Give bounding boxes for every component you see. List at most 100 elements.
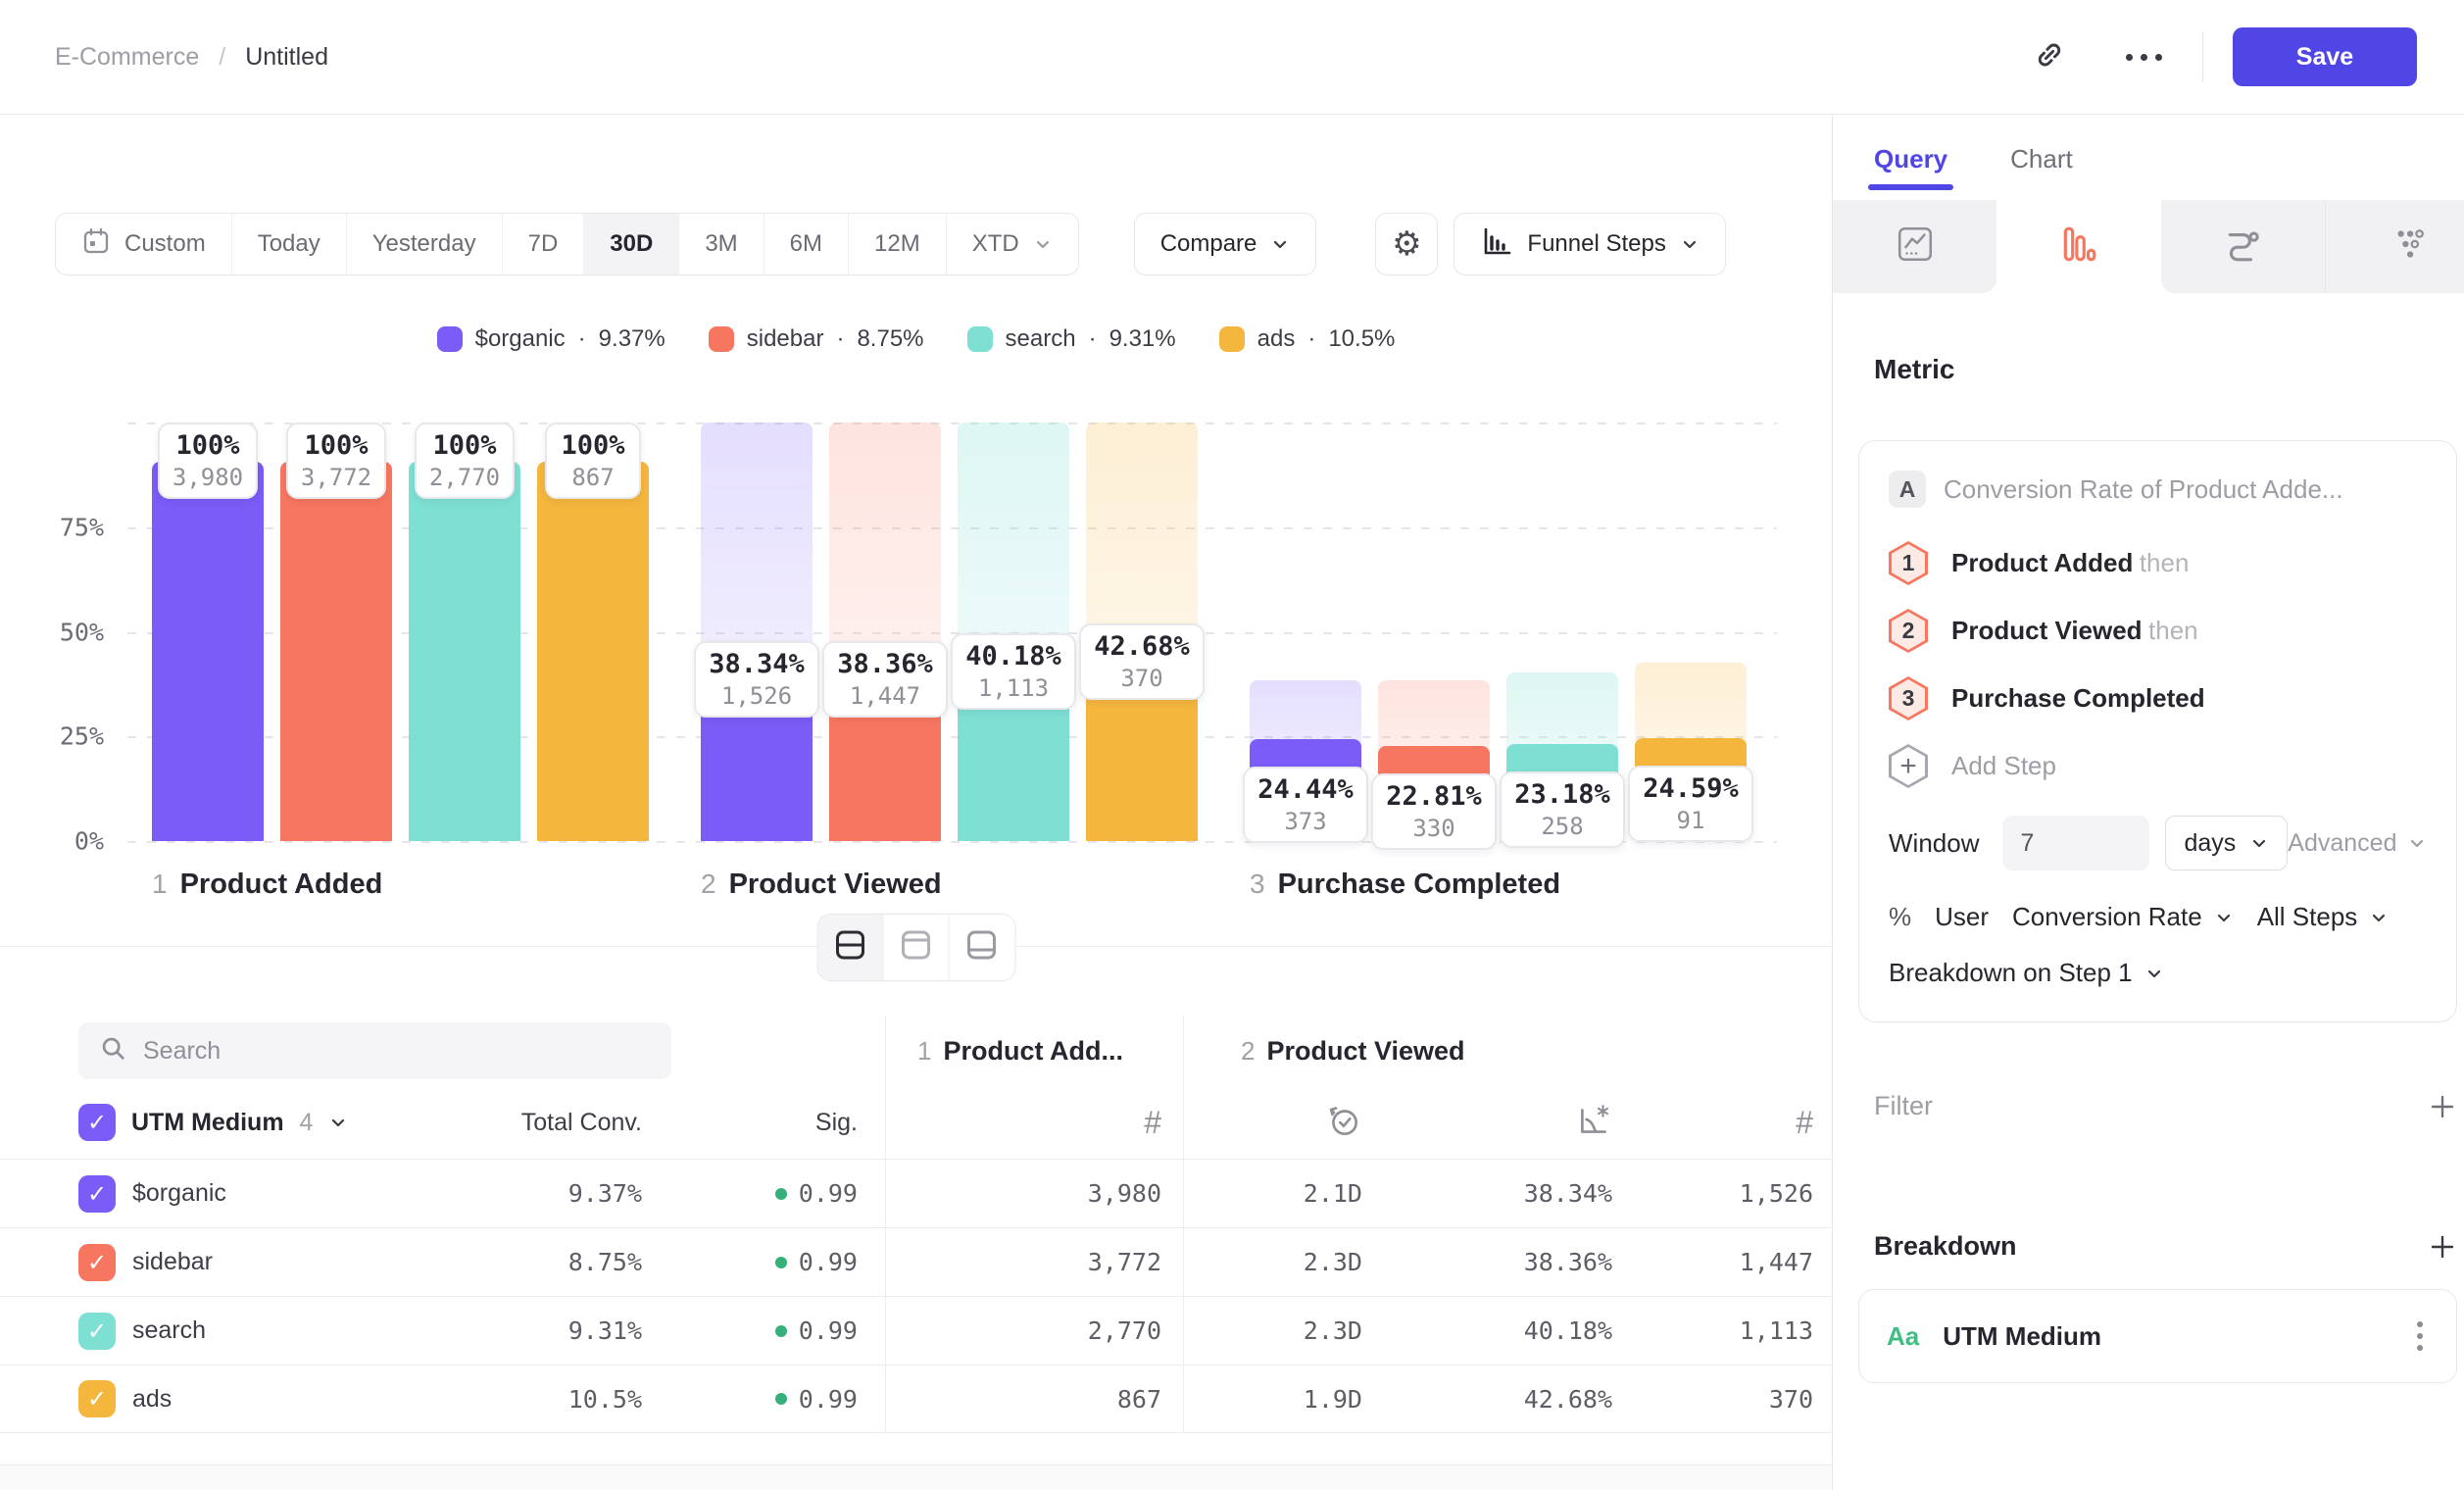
funnel-step-row-1[interactable]: 1 Product Added then <box>1889 541 2427 585</box>
tab-chart[interactable]: Chart <box>2010 144 2073 190</box>
table-row[interactable]: ✓ $organic 9.37% 0.99 3,980 2.1D 38.34% … <box>0 1159 1832 1227</box>
funnel-bar[interactable] <box>152 462 264 841</box>
metric-summary-row[interactable]: A Conversion Rate of Product Adde... <box>1889 471 2427 508</box>
range-custom[interactable]: Custom <box>56 214 232 274</box>
breadcrumb: E-Commerce / Untitled <box>55 43 328 72</box>
legend-item[interactable]: sidebar·8.75% <box>709 325 924 353</box>
range-xtd[interactable]: XTD <box>947 214 1078 274</box>
check-icon: ✓ <box>87 1180 107 1208</box>
advanced-toggle[interactable]: Advanced <box>2288 829 2426 858</box>
breadcrumb-separator: / <box>219 43 225 72</box>
range-yesterday[interactable]: Yesterday <box>347 214 503 274</box>
funnel-step-row-2[interactable]: 2 Product Viewed then <box>1889 609 2427 653</box>
table-row[interactable]: ✓ sidebar 8.75% 0.99 3,772 2.3D 38.36% 1… <box>0 1227 1832 1296</box>
measurement-row: % User Conversion Rate All Steps <box>1889 902 2427 932</box>
gear-icon: ⚙ <box>1392 224 1421 264</box>
bottom-panel-view-icon <box>965 929 999 966</box>
chevron-down-icon[interactable] <box>328 1113 348 1132</box>
share-link-button[interactable] <box>2024 31 2075 82</box>
report-type-funnels[interactable] <box>1996 200 2160 293</box>
measure-metric-dropdown[interactable]: Conversion Rate <box>2012 902 2234 932</box>
total-conv-value: 9.31% <box>510 1297 642 1365</box>
flows-icon <box>2223 224 2262 269</box>
measure-scope-dropdown[interactable]: All Steps <box>2257 902 2390 932</box>
kebab-menu-icon[interactable] <box>2411 1316 2429 1357</box>
funnel-bar[interactable] <box>537 462 649 841</box>
row-label: search <box>132 1316 206 1345</box>
range-6m[interactable]: 6M <box>764 214 849 274</box>
date-range-picker: Custom Today Yesterday 7D 30D 3M 6M 12M … <box>55 213 1079 275</box>
filter-section-header: Filter <box>1874 1091 2457 1121</box>
breakdown-on-step-dropdown[interactable]: Breakdown on Step 1 <box>1889 958 2164 988</box>
tab-query[interactable]: Query <box>1874 144 1947 190</box>
layout-split-button[interactable] <box>817 915 883 980</box>
chart-settings-button[interactable]: ⚙ <box>1375 213 1438 275</box>
y-tick: 0% <box>74 827 104 856</box>
sig-header[interactable]: Sig. <box>642 1086 858 1159</box>
split-view-icon <box>833 929 866 966</box>
legend-item[interactable]: ads·10.5% <box>1219 325 1396 353</box>
report-type-insights[interactable] <box>1833 200 1996 293</box>
layout-table-only-button[interactable] <box>949 915 1014 980</box>
legend-item[interactable]: $organic·9.37% <box>437 325 665 353</box>
bar-cell: 24.59% 91 <box>1635 422 1747 841</box>
add-step-button[interactable]: + Add Step <box>1889 744 2427 788</box>
row-checkbox[interactable]: ✓ <box>78 1380 116 1417</box>
row-checkbox[interactable]: ✓ <box>78 1313 116 1350</box>
funnel-bar[interactable] <box>280 462 392 841</box>
step2-rate-column[interactable] <box>1362 1086 1612 1159</box>
layout-chart-only-button[interactable] <box>883 915 949 980</box>
table-search[interactable] <box>78 1022 671 1079</box>
window-unit-select[interactable]: days <box>2165 816 2288 870</box>
breakdown-property-card[interactable]: Aa UTM Medium <box>1858 1289 2457 1383</box>
range-30d[interactable]: 30D <box>584 214 679 274</box>
report-controls: Custom Today Yesterday 7D 30D 3M 6M 12M … <box>55 213 1777 275</box>
range-today[interactable]: Today <box>232 214 347 274</box>
table-row[interactable]: ✓ ads 10.5% 0.99 867 1.9D 42.68% 370 <box>0 1365 1832 1433</box>
chart-type-button[interactable]: Funnel Steps <box>1454 213 1725 275</box>
range-3m[interactable]: 3M <box>679 214 764 274</box>
link-icon <box>2033 38 2066 76</box>
report-type-retention[interactable] <box>2326 200 2464 293</box>
row-checkbox[interactable]: ✓ <box>78 1175 116 1213</box>
step2-time-column[interactable] <box>1183 1086 1362 1159</box>
legend-item[interactable]: search·9.31% <box>967 325 1176 353</box>
chevron-down-icon <box>1680 234 1700 254</box>
percent-icon: % <box>1889 902 1911 932</box>
chevron-down-icon <box>2407 833 2427 853</box>
save-button[interactable]: Save <box>2233 27 2417 86</box>
range-12m[interactable]: 12M <box>849 214 947 274</box>
bar-cell: 40.18% 1,113 <box>958 422 1069 841</box>
chart-table-divider <box>0 946 1832 947</box>
measure-entity[interactable]: User <box>1935 902 1989 932</box>
breakdown-heading: Breakdown <box>1874 1231 2017 1262</box>
bar-cell: 42.68% 370 <box>1086 422 1198 841</box>
window-value-input[interactable] <box>2002 816 2149 870</box>
add-breakdown-button[interactable] <box>2428 1232 2457 1262</box>
step1-count-column[interactable]: # <box>885 1086 1183 1159</box>
funnel-bar[interactable] <box>409 462 520 841</box>
table-row[interactable]: ✓ search 9.31% 0.99 2,770 2.3D 40.18% 1,… <box>0 1296 1832 1365</box>
total-conv-header[interactable]: Total Conv. <box>510 1086 642 1159</box>
step-title-1: 1 Product Added <box>152 869 649 901</box>
conversion-window-row: Window days Advanced <box>1889 816 2427 870</box>
range-7d[interactable]: 7D <box>503 214 585 274</box>
y-tick: 50% <box>60 618 104 646</box>
report-type-flows[interactable] <box>2161 200 2326 293</box>
chart-legend: $organic·9.37% sidebar·8.75% search·9.31… <box>0 324 1832 354</box>
bar-cell: 23.18% 258 <box>1506 422 1618 841</box>
select-all-checkbox[interactable]: ✓ <box>78 1104 116 1141</box>
more-options-button[interactable] <box>2118 31 2169 82</box>
breadcrumb-report-title[interactable]: Untitled <box>245 43 328 72</box>
funnel-step-row-3[interactable]: 3 Purchase Completed <box>1889 676 2427 720</box>
row-checkbox[interactable]: ✓ <box>78 1244 116 1281</box>
step2-count-column[interactable]: # <box>1612 1086 1833 1159</box>
search-input[interactable] <box>143 1037 650 1066</box>
add-filter-button[interactable] <box>2428 1092 2457 1121</box>
breadcrumb-project[interactable]: E-Commerce <box>55 43 199 72</box>
bar-cell: 24.44% 373 <box>1250 422 1361 841</box>
compare-button[interactable]: Compare <box>1134 213 1317 275</box>
count-icon: # <box>1144 1105 1161 1141</box>
row-label: sidebar <box>132 1248 213 1276</box>
breakdown-column-header[interactable]: UTM Medium <box>131 1109 284 1137</box>
